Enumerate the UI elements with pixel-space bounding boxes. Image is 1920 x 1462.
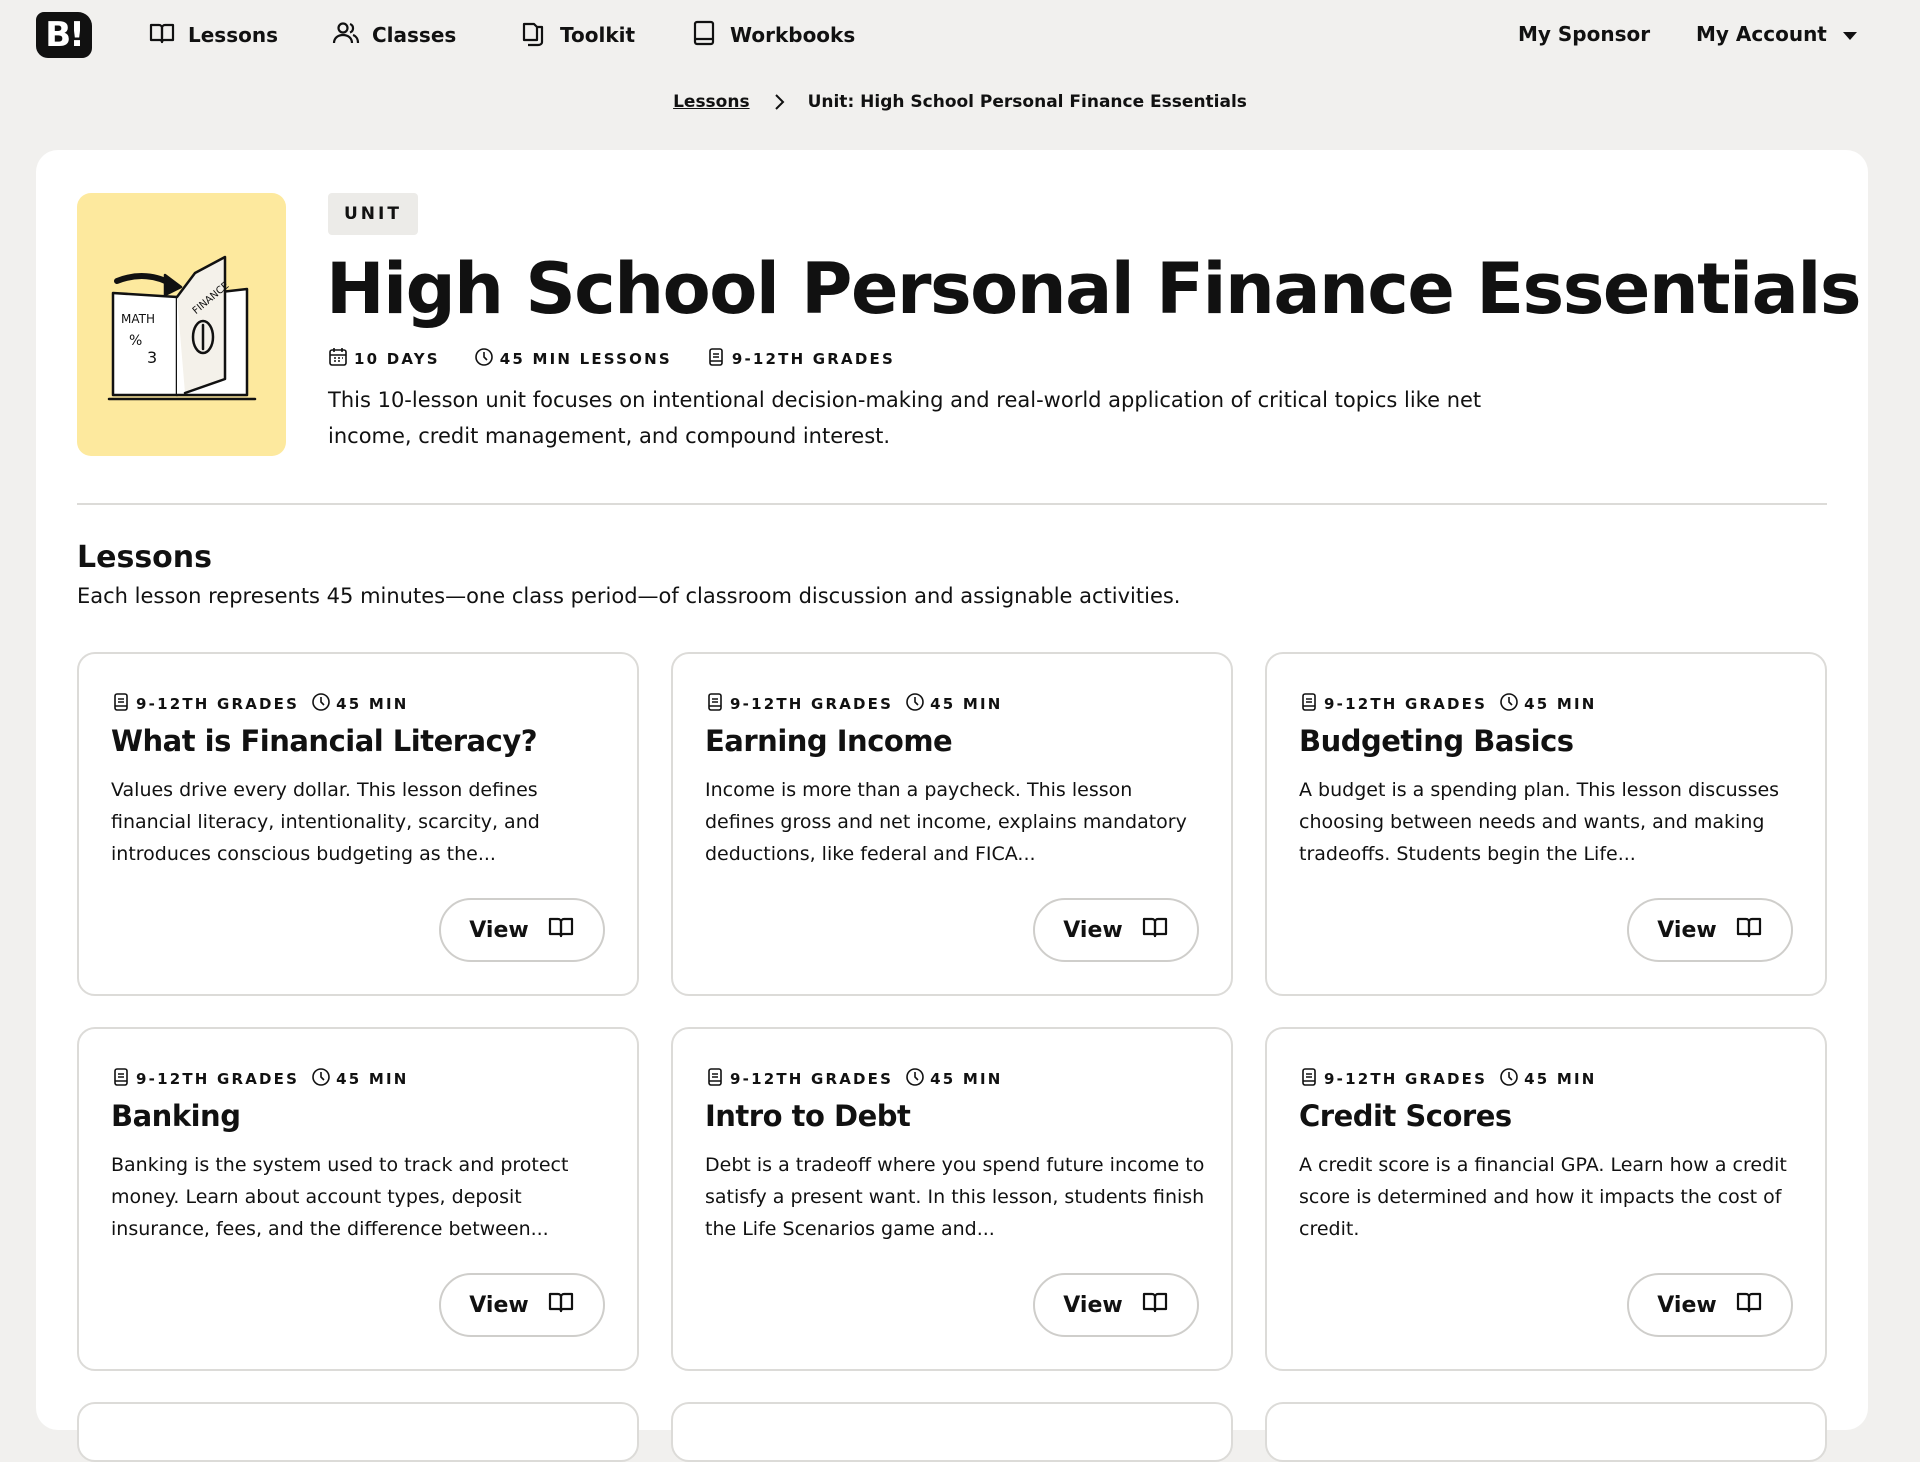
breadcrumb-lessons-link[interactable]: Lessons [673,92,750,112]
view-lesson-button[interactable]: View [1033,898,1199,962]
clock-icon [905,692,925,716]
open-book-icon [1735,1288,1763,1322]
open-book-icon [547,1288,575,1322]
lesson-title: Intro to Debt [705,1099,911,1133]
breadcrumb-current: Unit: High School Personal Finance Essen… [807,92,1247,112]
unit-illustration: MATH FINANCE % 3 [77,193,286,456]
lesson-description: Values drive every dollar. This lesson d… [111,779,540,865]
view-lesson-button[interactable]: View [1627,898,1793,962]
lesson-meta: 9-12TH GRADES 45 MIN [1299,692,1596,716]
open-book-icon [1141,913,1169,947]
clock-icon [905,1067,925,1091]
lesson-card: 9-12TH GRADES 45 MIN What is Financial L… [77,652,639,996]
grades-icon [111,1067,131,1091]
lesson-title: Credit Scores [1299,1099,1512,1133]
lesson-card-partial [1265,1402,1827,1462]
lesson-meta: 9-12TH GRADES 45 MIN [705,1067,1002,1091]
lesson-description: Banking is the system used to track and … [111,1154,569,1240]
nav-toolkit-label: Toolkit [560,23,636,47]
view-lesson-button[interactable]: View [1033,1273,1199,1337]
svg-text:%: % [129,333,142,349]
lesson-meta: 9-12TH GRADES 45 MIN [111,692,408,716]
lesson-card: 9-12TH GRADES 45 MIN Intro to Debt Debt … [671,1027,1233,1371]
nav-classes-label: Classes [372,23,457,47]
lesson-description: A budget is a spending plan. This lesson… [1299,779,1780,865]
lesson-meta: 9-12TH GRADES 45 MIN [111,1067,408,1091]
view-lesson-button[interactable]: View [439,898,605,962]
divider [77,503,1827,505]
lesson-description: Debt is a tradeoff where you spend futur… [705,1154,1205,1240]
lesson-meta: 9-12TH GRADES 45 MIN [705,692,1002,716]
nav-workbooks-label: Workbooks [730,23,856,47]
brand-logo[interactable]: B! [36,12,92,58]
chevron-down-icon [1842,31,1857,40]
open-book-icon [1735,913,1763,947]
lesson-title: Banking [111,1099,241,1133]
grades-icon [1299,1067,1319,1091]
lesson-card-partial [671,1402,1233,1462]
svg-text:MATH: MATH [121,312,155,326]
lesson-title: Budgeting Basics [1299,724,1574,758]
grades-icon [706,347,726,371]
lesson-meta: 9-12TH GRADES 45 MIN [1299,1067,1596,1091]
open-book-icon [547,913,575,947]
open-book-icon [1141,1288,1169,1322]
unit-meta: 10 DAYS 45 MIN LESSONS 9-12TH GRADES [328,347,895,371]
top-nav: B! Lessons Classes Toolkit Workbooks My … [0,0,1920,70]
my-account-menu[interactable]: My Account [1696,22,1857,46]
lessons-heading: Lessons [77,540,212,575]
page-title: High School Personal Finance Essentials [326,248,1862,330]
my-account-label: My Account [1696,22,1827,46]
calendar-icon [328,347,348,371]
lesson-title: What is Financial Literacy? [111,724,538,758]
lesson-card: 9-12TH GRADES 45 MIN Credit Scores A cre… [1265,1027,1827,1371]
clock-icon [1499,692,1519,716]
book-illustration-icon: MATH FINANCE % 3 [107,255,256,400]
clock-icon [474,347,494,371]
grades-icon [1299,692,1319,716]
unit-badge: UNIT [328,193,418,235]
lessons-subtitle: Each lesson represents 45 minutes—one cl… [77,584,1181,608]
folder-icon [520,19,548,52]
nav-lessons[interactable]: Lessons [148,20,278,50]
nav-lessons-label: Lessons [188,23,278,47]
lesson-card-partial [77,1402,639,1462]
lesson-title: Earning Income [705,724,953,758]
clock-icon [311,1067,331,1091]
view-lesson-button[interactable]: View [1627,1273,1793,1337]
lesson-card: 9-12TH GRADES 45 MIN Banking Banking is … [77,1027,639,1371]
lesson-card: 9-12TH GRADES 45 MIN Earning Income Inco… [671,652,1233,996]
grades-icon [705,692,725,716]
lesson-description: A credit score is a financial GPA. Learn… [1299,1154,1787,1240]
my-sponsor-link[interactable]: My Sponsor [1518,22,1650,46]
svg-text:3: 3 [147,348,157,367]
nav-toolkit[interactable]: Toolkit [520,20,635,50]
nav-workbooks[interactable]: Workbooks [690,20,855,50]
lesson-card: 9-12TH GRADES 45 MIN Budgeting Basics A … [1265,652,1827,996]
chevron-right-icon [772,93,786,111]
open-book-icon [148,19,176,52]
view-lesson-button[interactable]: View [439,1273,605,1337]
clock-icon [311,692,331,716]
grades-icon [705,1067,725,1091]
unit-grades: 9-12TH GRADES [706,347,895,371]
grades-icon [111,692,131,716]
users-icon [332,19,360,52]
unit-description: This 10-lesson unit focuses on intention… [328,388,1482,448]
workbook-icon [690,19,718,52]
unit-days: 10 DAYS [328,347,440,371]
breadcrumb: Lessons Unit: High School Personal Finan… [0,92,1920,112]
lesson-description: Income is more than a paycheck. This les… [705,779,1187,865]
unit-panel: MATH FINANCE % 3 UNIT High School Person… [36,150,1868,1462]
unit-length: 45 MIN LESSONS [474,347,672,371]
nav-classes[interactable]: Classes [332,20,456,50]
clock-icon [1499,1067,1519,1091]
